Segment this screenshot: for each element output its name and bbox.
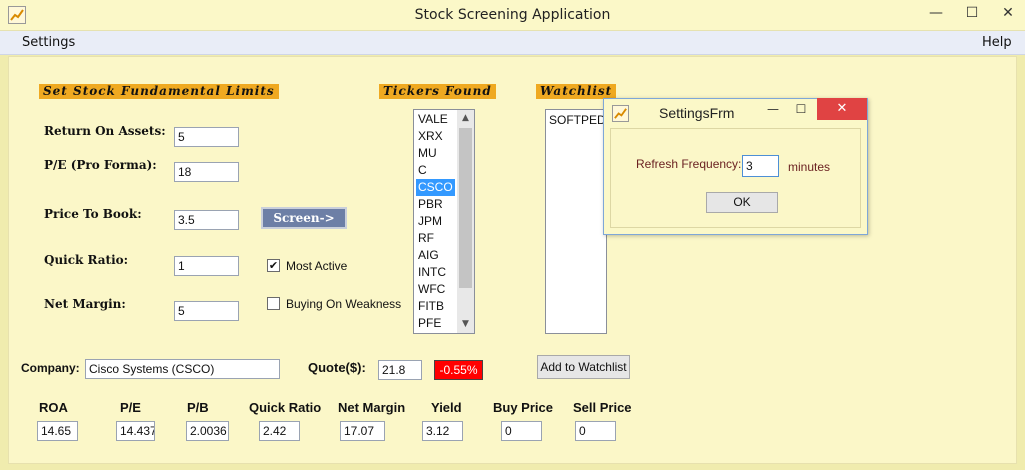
ok-button[interactable]: OK <box>706 192 778 213</box>
metric-header-pb: P/B <box>187 400 209 415</box>
pe-input[interactable]: 18 <box>174 162 239 182</box>
metric-buy-price-field[interactable]: 0 <box>501 421 542 441</box>
window-title: Stock Screening Application <box>414 7 611 23</box>
metric-quick-ratio-field[interactable]: 2.42 <box>259 421 300 441</box>
menu-help[interactable]: Help <box>982 35 1012 50</box>
list-item-selected[interactable]: CSCO <box>416 179 455 196</box>
scroll-up-icon[interactable]: ▲ <box>457 110 474 127</box>
pb-input[interactable]: 3.5 <box>174 210 239 230</box>
quick-ratio-input[interactable]: 1 <box>174 256 239 276</box>
tickers-listbox[interactable]: VALE XRX MU C CSCO PBR JPM RF AIG INTC W… <box>413 109 475 334</box>
watchlist-caption: Watchlist <box>536 84 617 99</box>
metric-header-net-margin: Net Margin <box>338 400 406 415</box>
screen-button[interactable]: Screen-> <box>261 207 347 229</box>
refresh-frequency-input[interactable]: 3 <box>742 155 779 177</box>
fundamentals-caption: Set Stock Fundamental Limits <box>39 84 279 99</box>
metric-header-pe: P/E <box>120 400 141 415</box>
list-item[interactable]: INTC <box>416 264 455 281</box>
metric-header-roa: ROA <box>39 400 68 415</box>
chart-dialog-icon <box>612 105 629 122</box>
settings-dialog-title: SettingsFrm <box>659 105 735 121</box>
list-item[interactable]: RF <box>416 230 455 247</box>
quote-change-badge: -0.55% <box>434 360 483 380</box>
watchlist-item[interactable]: SOFTPEDIA <box>549 113 606 127</box>
close-button[interactable]: ✕ <box>993 0 1023 26</box>
quote-field[interactable]: 21.8 <box>378 360 422 380</box>
dialog-minimize-button[interactable]: — <box>758 98 788 120</box>
list-item[interactable]: MU <box>416 145 455 162</box>
settings-dialog-body <box>610 128 861 228</box>
list-item[interactable]: C <box>416 162 455 179</box>
list-item[interactable]: AIG <box>416 247 455 264</box>
list-item[interactable]: JPM <box>416 213 455 230</box>
list-item[interactable]: VALE <box>416 111 455 128</box>
company-field[interactable]: Cisco Systems (CSCO) <box>85 359 280 379</box>
menu-settings[interactable]: Settings <box>22 35 75 50</box>
list-item[interactable]: WFC <box>416 281 455 298</box>
pb-label: Price To Book: <box>44 207 142 221</box>
watchlist-listbox[interactable]: SOFTPEDIA <box>545 109 607 334</box>
minimize-button[interactable]: — <box>921 0 951 26</box>
list-item[interactable]: PFE <box>416 315 455 332</box>
roa-input[interactable]: 5 <box>174 127 239 147</box>
quick-ratio-label: Quick Ratio: <box>44 253 129 267</box>
most-active-checkbox[interactable]: ✔ <box>267 259 280 272</box>
company-label: Company: <box>21 361 80 375</box>
metric-header-sell-price: Sell Price <box>573 400 632 415</box>
roa-label: Return On Assets: <box>44 124 166 138</box>
dialog-close-button[interactable]: ✕ <box>817 98 867 120</box>
list-item[interactable]: XRX <box>416 128 455 145</box>
quote-label: Quote($): <box>308 360 366 375</box>
menu-bar <box>0 31 1025 55</box>
tickers-caption: Tickers Found <box>379 84 496 99</box>
maximize-button[interactable]: ☐ <box>957 0 987 26</box>
buying-on-weakness-label: Buying On Weakness <box>286 297 402 311</box>
metric-net-margin-field[interactable]: 17.07 <box>340 421 385 441</box>
refresh-frequency-label: Refresh Frequency: <box>636 157 742 171</box>
metric-pe-field[interactable]: 14.4378 <box>116 421 155 441</box>
metric-header-buy-price: Buy Price <box>493 400 553 415</box>
metric-pb-field[interactable]: 2.0036 <box>186 421 229 441</box>
metric-roa-field[interactable]: 14.65 <box>37 421 78 441</box>
metric-header-yield: Yield <box>431 400 462 415</box>
metric-header-quick-ratio: Quick Ratio <box>249 400 322 415</box>
dialog-maximize-button[interactable]: ☐ <box>786 98 816 120</box>
scrollbar-thumb[interactable] <box>459 128 472 288</box>
net-margin-label: Net Margin: <box>44 297 126 311</box>
buying-on-weakness-checkbox[interactable] <box>267 297 280 310</box>
add-to-watchlist-button[interactable]: Add to Watchlist <box>537 355 630 379</box>
net-margin-input[interactable]: 5 <box>174 301 239 321</box>
metric-yield-field[interactable]: 3.12 <box>422 421 463 441</box>
list-item[interactable]: PBR <box>416 196 455 213</box>
pe-label: P/E (Pro Forma): <box>44 158 157 172</box>
refresh-unit-label: minutes <box>788 160 831 174</box>
most-active-label: Most Active <box>286 259 348 273</box>
metric-sell-price-field[interactable]: 0 <box>575 421 616 441</box>
scroll-down-icon[interactable]: ▼ <box>457 316 474 333</box>
list-item[interactable]: FITB <box>416 298 455 315</box>
